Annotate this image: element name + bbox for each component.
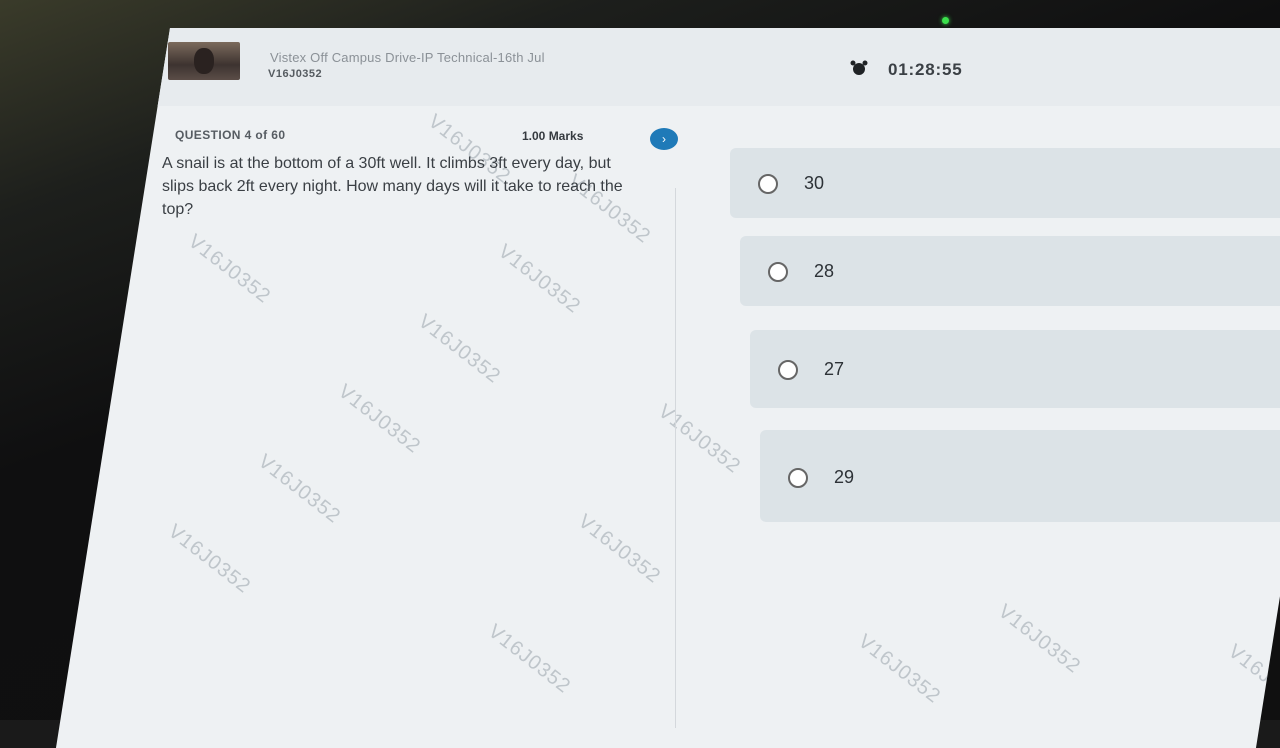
watermark: V16J0352 [653, 400, 745, 478]
option-label: 30 [804, 173, 825, 193]
option-label: 28 [814, 261, 835, 281]
option-4[interactable]: 29 [760, 430, 1280, 522]
radio-button[interactable] [788, 468, 808, 488]
watermark: V16J0352 [333, 380, 425, 458]
watermark: V16J0352 [163, 520, 255, 598]
radio-button[interactable] [778, 360, 798, 380]
exam-header: Vistex Off Campus Drive-IP Technical-16t… [130, 28, 1280, 106]
watermark: V16J0352 [993, 600, 1085, 678]
option-1[interactable]: 30 [730, 148, 1280, 218]
watermark: V16J0352 [573, 510, 665, 588]
question-counter: QUESTION 4 of 60 [175, 128, 286, 142]
candidate-id: V16J0352 [268, 68, 323, 80]
option-label: 29 [834, 467, 855, 487]
watermark: V16J0352 [183, 230, 275, 308]
watermark: V16J0352 [253, 450, 345, 528]
exam-screen: V16J0352 V16J0352 V16J0352 V16J0352 V16J… [55, 28, 1280, 748]
alarm-clock-icon [850, 60, 868, 75]
radio-button[interactable] [768, 262, 788, 282]
webcam-indicator-icon [942, 17, 949, 24]
watermark: V16J0352 [413, 310, 505, 388]
watermark: V16J0352 [483, 620, 575, 698]
exam-title: Vistex Off Campus Drive-IP Technical-16t… [270, 50, 545, 65]
option-label: 27 [824, 359, 845, 379]
question-marks: 1.00 Marks [522, 129, 584, 143]
watermark: V16J0352 [853, 630, 945, 708]
question-text: A snail is at the bottom of a 30ft well.… [162, 155, 623, 218]
watermark: V16J0352 [493, 240, 585, 318]
candidate-avatar [168, 42, 240, 80]
radio-button[interactable] [758, 174, 778, 194]
countdown-timer: 01:28:55 [888, 60, 963, 79]
option-3[interactable]: 27 [750, 330, 1280, 408]
option-2[interactable]: 28 [740, 236, 1280, 306]
next-question-button[interactable]: › [650, 128, 678, 150]
panel-divider [675, 188, 676, 728]
